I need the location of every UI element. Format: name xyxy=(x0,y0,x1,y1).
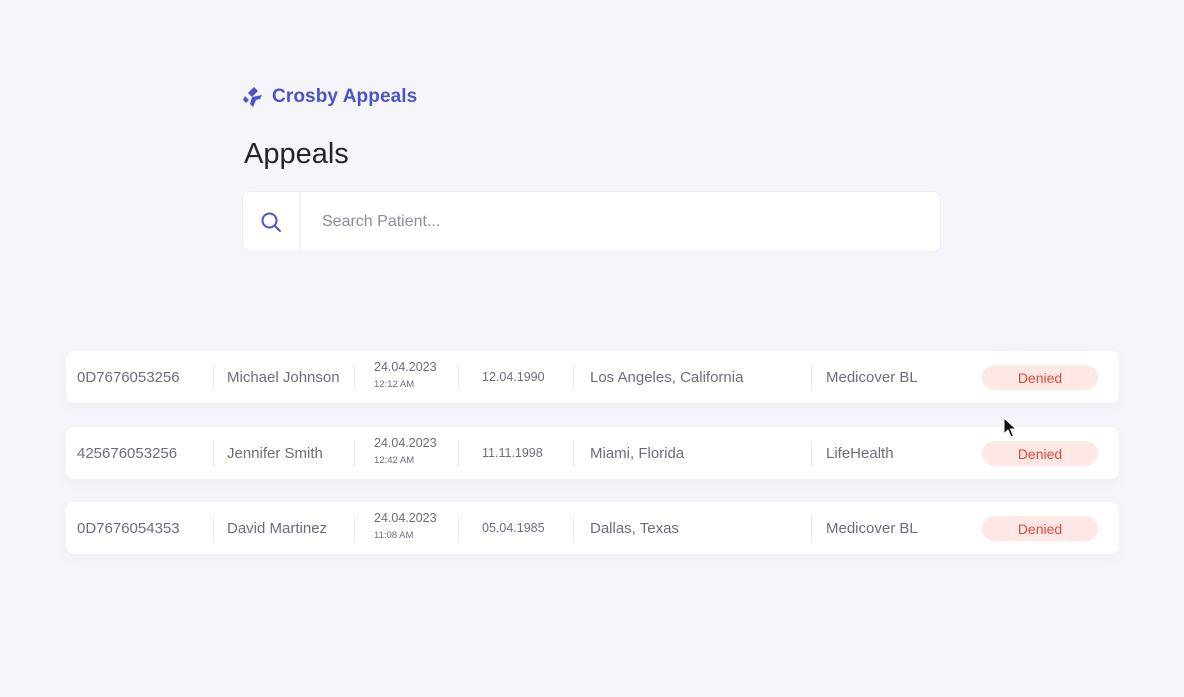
search-bar xyxy=(242,191,941,252)
patient-dob: 12.04.1990 xyxy=(482,370,545,384)
appeal-time: 12:42 AM xyxy=(374,454,415,466)
insurer: LifeHealth xyxy=(826,444,894,462)
column-divider xyxy=(573,516,574,541)
column-divider xyxy=(213,516,214,541)
column-divider xyxy=(213,441,214,466)
patient-location: Miami, Florida xyxy=(590,444,685,462)
column-divider xyxy=(354,365,355,390)
appeal-row[interactable]: 0D7676053256 Michael Johnson 24.04.2023 … xyxy=(66,351,1119,403)
brand-name: Crosby Appeals xyxy=(272,86,418,107)
appeal-datetime: 24.04.2023 12:42 AM xyxy=(374,437,437,465)
patient-location: Dallas, Texas xyxy=(590,519,679,537)
insurer: Medicover BL xyxy=(826,519,918,537)
status-badge: Denied xyxy=(982,365,1098,390)
mouse-cursor-icon xyxy=(1003,417,1017,438)
appeal-row[interactable]: 0D7676054353 David Martinez 24.04.2023 1… xyxy=(66,502,1119,554)
search-input[interactable] xyxy=(300,192,940,251)
appeal-datetime: 24.04.2023 11:08 AM xyxy=(374,512,437,540)
crosby-logo-icon xyxy=(243,87,262,107)
search-icon xyxy=(261,212,281,232)
column-divider xyxy=(573,365,574,390)
appeal-time: 12:12 AM xyxy=(374,378,415,390)
column-divider xyxy=(354,516,355,541)
status-badge: Denied xyxy=(982,516,1098,541)
appeal-date: 24.04.2023 xyxy=(374,436,437,450)
column-divider xyxy=(213,365,214,390)
patient-name: David Martinez xyxy=(227,519,328,537)
appeal-date: 24.04.2023 xyxy=(374,360,437,374)
column-divider xyxy=(573,441,574,466)
appeal-time: 11:08 AM xyxy=(374,529,414,541)
appeal-id: 425676053256 xyxy=(77,444,178,462)
column-divider xyxy=(811,365,812,390)
page-title: Appeals xyxy=(244,138,349,170)
column-divider xyxy=(458,516,459,541)
appeal-id: 0D7676054353 xyxy=(77,519,180,537)
column-divider xyxy=(458,441,459,466)
column-divider xyxy=(811,516,812,541)
patient-dob: 11.11.1998 xyxy=(482,446,543,460)
appeal-datetime: 24.04.2023 12:12 AM xyxy=(374,361,437,389)
patient-dob: 05.04.1985 xyxy=(482,521,545,535)
appeals-page: Crosby Appeals Appeals 0D7676053256 Mich… xyxy=(0,0,1184,697)
insurer: Medicover BL xyxy=(826,368,918,386)
patient-name: Jennifer Smith xyxy=(227,444,323,462)
status-badge: Denied xyxy=(982,441,1098,466)
appeal-row[interactable]: 425676053256 Jennifer Smith 24.04.2023 1… xyxy=(66,427,1119,479)
column-divider xyxy=(458,365,459,390)
patient-location: Los Angeles, California xyxy=(590,368,744,386)
appeal-id: 0D7676053256 xyxy=(77,368,180,386)
search-button[interactable] xyxy=(243,192,300,251)
column-divider xyxy=(354,441,355,466)
appeal-date: 24.04.2023 xyxy=(374,511,437,525)
brand[interactable]: Crosby Appeals xyxy=(243,86,417,108)
column-divider xyxy=(811,441,812,466)
patient-name: Michael Johnson xyxy=(227,368,340,386)
